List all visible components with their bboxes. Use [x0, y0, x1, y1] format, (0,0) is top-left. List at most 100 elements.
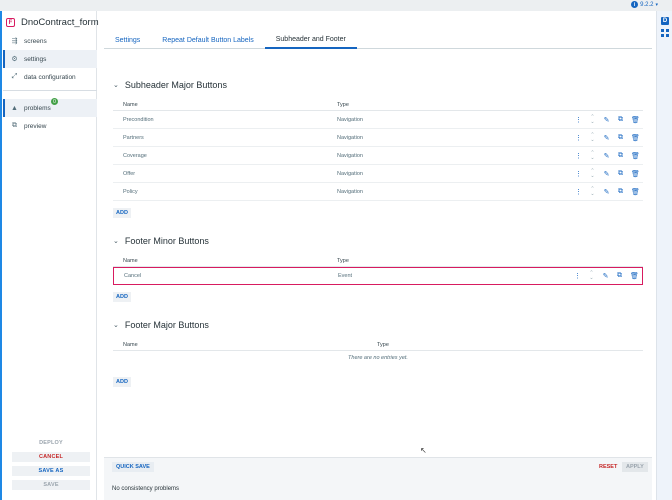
sidebar-item-label: data configuration	[24, 73, 76, 81]
open-external-icon: ⧉	[12, 122, 17, 129]
section-title: Footer Major Buttons	[124, 320, 209, 330]
delete-icon[interactable]: 🗑︎	[631, 152, 640, 160]
deploy-button[interactable]: DEPLOY	[12, 438, 90, 448]
chevron-down-icon[interactable]: ⌄	[589, 276, 593, 281]
delete-icon[interactable]: 🗑︎	[631, 188, 640, 196]
more-vertical-icon[interactable]: ⋮	[575, 170, 582, 178]
column-header-name: Name	[123, 341, 138, 348]
sidebar-item-data-configuration[interactable]: ⤢ data configuration	[3, 68, 97, 86]
reorder-handle[interactable]: ⌃ ⌄	[588, 271, 595, 281]
row-actions: ⋮ ⌃ ⌄ ✎ ⧉ 🗑︎	[575, 165, 640, 182]
row-name: Cancel	[124, 273, 142, 279]
table-row[interactable]: Cancel Event ⋮ ⌃ ⌄ ✎ ⧉ 🗑︎	[113, 267, 643, 285]
table-row[interactable]: Policy Navigation ⋮ ⌃ ⌄ ✎ ⧉ 🗑︎	[113, 183, 643, 201]
app-title: F DnoContract_form	[6, 17, 99, 28]
more-vertical-icon[interactable]: ⋮	[575, 188, 582, 196]
add-subheader-major-button[interactable]: ADD	[113, 208, 131, 218]
table-header: Name Type	[113, 339, 643, 351]
app-name: DnoContract_form	[21, 17, 99, 28]
save-as-button[interactable]: SAVE AS	[12, 466, 90, 476]
table-row[interactable]: Offer Navigation ⋮ ⌃ ⌄ ✎ ⧉ 🗑︎	[113, 165, 643, 183]
reorder-handle[interactable]: ⌃ ⌄	[589, 132, 596, 143]
edit-icon[interactable]: ✎	[603, 152, 610, 160]
sidebar-item-problems[interactable]: ▲ problems 0	[3, 98, 97, 117]
tab-repeat-default-button-labels[interactable]: Repeat Default Button Labels	[151, 32, 264, 49]
chevron-down-icon[interactable]: ⌄	[590, 191, 594, 197]
table-row[interactable]: Coverage Navigation ⋮ ⌃ ⌄ ✎ ⧉ 🗑︎	[113, 147, 643, 165]
edit-icon[interactable]: ✎	[603, 134, 610, 142]
reorder-handle[interactable]: ⌃ ⌄	[589, 114, 596, 125]
table-row[interactable]: Partners Navigation ⋮ ⌃ ⌄ ✎ ⧉ 🗑︎	[113, 129, 643, 147]
sidebar-item-screens[interactable]: ⇶ screens	[3, 32, 97, 50]
edit-icon[interactable]: ✎	[603, 170, 610, 178]
more-vertical-icon[interactable]: ⋮	[574, 272, 581, 280]
add-footer-major-button[interactable]: ADD	[113, 377, 131, 387]
sidebar-nav: ⇶ screens ⚙ settings ⤢ data configuratio…	[3, 32, 97, 135]
copy-icon[interactable]: ⧉	[617, 152, 624, 160]
row-actions: ⋮ ⌃ ⌄ ✎ ⧉ 🗑︎	[574, 268, 639, 284]
tab-settings[interactable]: Settings	[104, 32, 151, 49]
reorder-handle[interactable]: ⌃ ⌄	[589, 150, 596, 161]
cancel-button[interactable]: CANCEL	[12, 452, 90, 462]
d-panel-icon[interactable]: D	[661, 17, 669, 25]
delete-icon[interactable]: 🗑︎	[630, 272, 639, 280]
delete-icon[interactable]: 🗑︎	[631, 170, 640, 178]
grid-icon[interactable]	[661, 29, 669, 37]
delete-icon[interactable]: 🗑︎	[631, 116, 640, 124]
info-icon: i	[631, 1, 639, 8]
consistency-status: No consistency problems	[112, 486, 180, 492]
edit-icon[interactable]: ✎	[602, 272, 609, 280]
sidebar-item-preview[interactable]: ⧉ preview	[3, 117, 97, 135]
row-type: Navigation	[337, 170, 363, 177]
save-button[interactable]: SAVE	[12, 480, 90, 490]
copy-icon[interactable]: ⧉	[617, 116, 624, 124]
section-header-subheader-major[interactable]: ⌄ Subheader Major Buttons	[113, 80, 227, 90]
section-title: Subheader Major Buttons	[124, 80, 227, 90]
quick-save-button[interactable]: QUICK SAVE	[112, 462, 154, 472]
version-indicator[interactable]: i 9.2.2 ▾	[631, 1, 658, 8]
footer-minor-table: Name Type Cancel Event ⋮ ⌃ ⌄ ✎ ⧉ 🗑︎	[113, 255, 643, 285]
copy-icon[interactable]: ⧉	[617, 170, 624, 178]
empty-state-message: There are no entries yet.	[348, 355, 408, 361]
more-vertical-icon[interactable]: ⋮	[575, 152, 582, 160]
more-vertical-icon[interactable]: ⋮	[575, 116, 582, 124]
chevron-down-icon[interactable]: ⌄	[590, 155, 594, 161]
footer-major-table: Name Type There are no entries yet.	[113, 339, 643, 365]
data-config-icon: ⤢	[11, 73, 18, 80]
edit-icon[interactable]: ✎	[603, 116, 610, 124]
column-header-type: Type	[337, 101, 349, 108]
sidebar-item-label: screens	[24, 37, 47, 45]
sidebar-item-label: problems	[24, 104, 51, 112]
column-header-name: Name	[123, 101, 138, 108]
row-name: Partners	[123, 134, 144, 141]
more-vertical-icon[interactable]: ⋮	[575, 134, 582, 142]
right-panel-strip: D	[656, 11, 672, 500]
column-header-name: Name	[123, 257, 138, 264]
add-footer-minor-button[interactable]: ADD	[113, 292, 131, 302]
row-name: Policy	[123, 188, 138, 195]
sidebar-item-label: preview	[24, 122, 47, 130]
column-header-type: Type	[377, 341, 389, 348]
copy-icon[interactable]: ⧉	[616, 272, 623, 280]
edit-icon[interactable]: ✎	[603, 188, 610, 196]
copy-icon[interactable]: ⧉	[617, 134, 624, 142]
version-label: 9.2.2	[640, 1, 654, 8]
section-header-footer-major[interactable]: ⌄ Footer Major Buttons	[113, 320, 209, 330]
row-type: Navigation	[337, 134, 363, 141]
sidebar-item-settings[interactable]: ⚙ settings	[3, 50, 97, 68]
reorder-handle[interactable]: ⌃ ⌄	[589, 168, 596, 179]
table-row[interactable]: Precondition Navigation ⋮ ⌃ ⌄ ✎ ⧉ 🗑︎	[113, 111, 643, 129]
reset-button[interactable]: RESET	[596, 462, 620, 472]
row-type: Navigation	[337, 152, 363, 159]
tab-subheader-and-footer[interactable]: Subheader and Footer	[264, 32, 357, 49]
reorder-handle[interactable]: ⌃ ⌄	[589, 186, 596, 197]
sidebar-item-label: settings	[24, 55, 47, 63]
chevron-down-icon[interactable]: ⌄	[590, 173, 594, 179]
apply-button[interactable]: APPLY	[622, 462, 648, 472]
copy-icon[interactable]: ⧉	[617, 188, 624, 196]
section-header-footer-minor[interactable]: ⌄ Footer Minor Buttons	[113, 236, 209, 246]
chevron-down-icon[interactable]: ⌄	[590, 137, 594, 143]
delete-icon[interactable]: 🗑︎	[631, 134, 640, 142]
chevron-down-icon: ⌄	[113, 322, 119, 329]
chevron-down-icon[interactable]: ⌄	[590, 119, 594, 125]
